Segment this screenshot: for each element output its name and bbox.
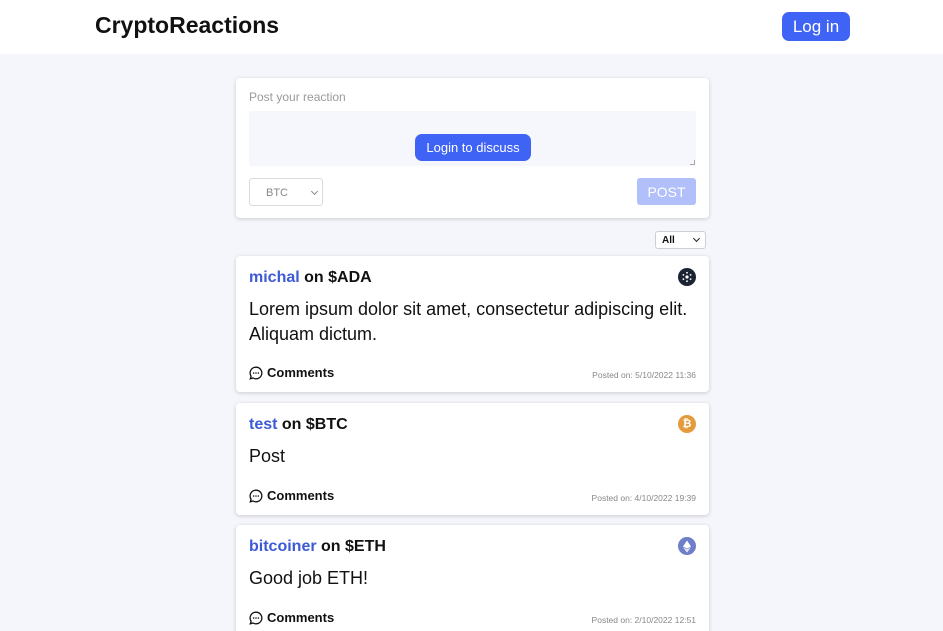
top-header: CryptoReactions Log in [0, 0, 943, 54]
post-coin-symbol: on $ADA [304, 269, 372, 286]
comments-link[interactable]: Comments [249, 488, 334, 503]
chat-bubble-icon [249, 366, 263, 380]
bitcoin-icon: ₿ [678, 415, 696, 433]
comments-label: Comments [267, 488, 335, 503]
post-username[interactable]: bitcoiner [249, 538, 317, 555]
post-header: michal on $ADA [249, 269, 372, 287]
chat-bubble-icon [249, 611, 263, 625]
post-card: test on $BTC ₿ Post Comments Posted on: … [236, 403, 709, 515]
comments-link[interactable]: Comments [249, 610, 334, 625]
reaction-textarea[interactable]: Login to discuss [249, 111, 696, 166]
chat-bubble-icon [249, 489, 263, 503]
post-timestamp: Posted on: 2/10/2022 12:51 [591, 615, 696, 625]
chevron-down-icon [692, 234, 701, 243]
post-button[interactable]: POST [637, 178, 696, 205]
chevron-down-icon [310, 187, 319, 196]
post-card: bitcoiner on $ETH Good job ETH! Comments… [236, 525, 709, 631]
post-coin-symbol: on $BTC [281, 416, 348, 433]
comments-label: Comments [267, 610, 335, 625]
login-button[interactable]: Log in [782, 12, 850, 41]
post-header: bitcoiner on $ETH [249, 538, 386, 556]
reaction-composer: Post your reaction Login to discuss BTC … [236, 78, 709, 218]
brand-logo[interactable]: CryptoReactions [95, 12, 279, 39]
composer-label: Post your reaction [249, 90, 346, 104]
comments-label: Comments [267, 365, 335, 380]
post-timestamp: Posted on: 4/10/2022 19:39 [591, 493, 696, 503]
post-body: Post [249, 446, 286, 466]
comments-link[interactable]: Comments [249, 365, 334, 380]
post-username[interactable]: michal [249, 269, 300, 286]
resize-handle-icon[interactable] [690, 160, 695, 165]
login-to-discuss-button[interactable]: Login to discuss [415, 134, 531, 161]
post-coin-symbol: on $ETH [321, 538, 386, 555]
post-card: michal on $ADA Lorem ipsum dolor sit ame… [236, 256, 709, 392]
coin-select-value: BTC [266, 187, 288, 199]
post-body: Lorem ipsum dolor sit amet, consectetur … [249, 299, 688, 344]
post-timestamp: Posted on: 5/10/2022 11:36 [592, 370, 696, 380]
coin-filter-select[interactable]: All [655, 231, 706, 249]
post-header: test on $BTC [249, 416, 348, 434]
cardano-icon [678, 268, 696, 286]
filter-value: All [662, 235, 675, 246]
post-body: Good job ETH! [249, 568, 369, 588]
post-username[interactable]: test [249, 416, 277, 433]
ethereum-icon [678, 537, 696, 555]
coin-select[interactable]: BTC [249, 178, 323, 206]
